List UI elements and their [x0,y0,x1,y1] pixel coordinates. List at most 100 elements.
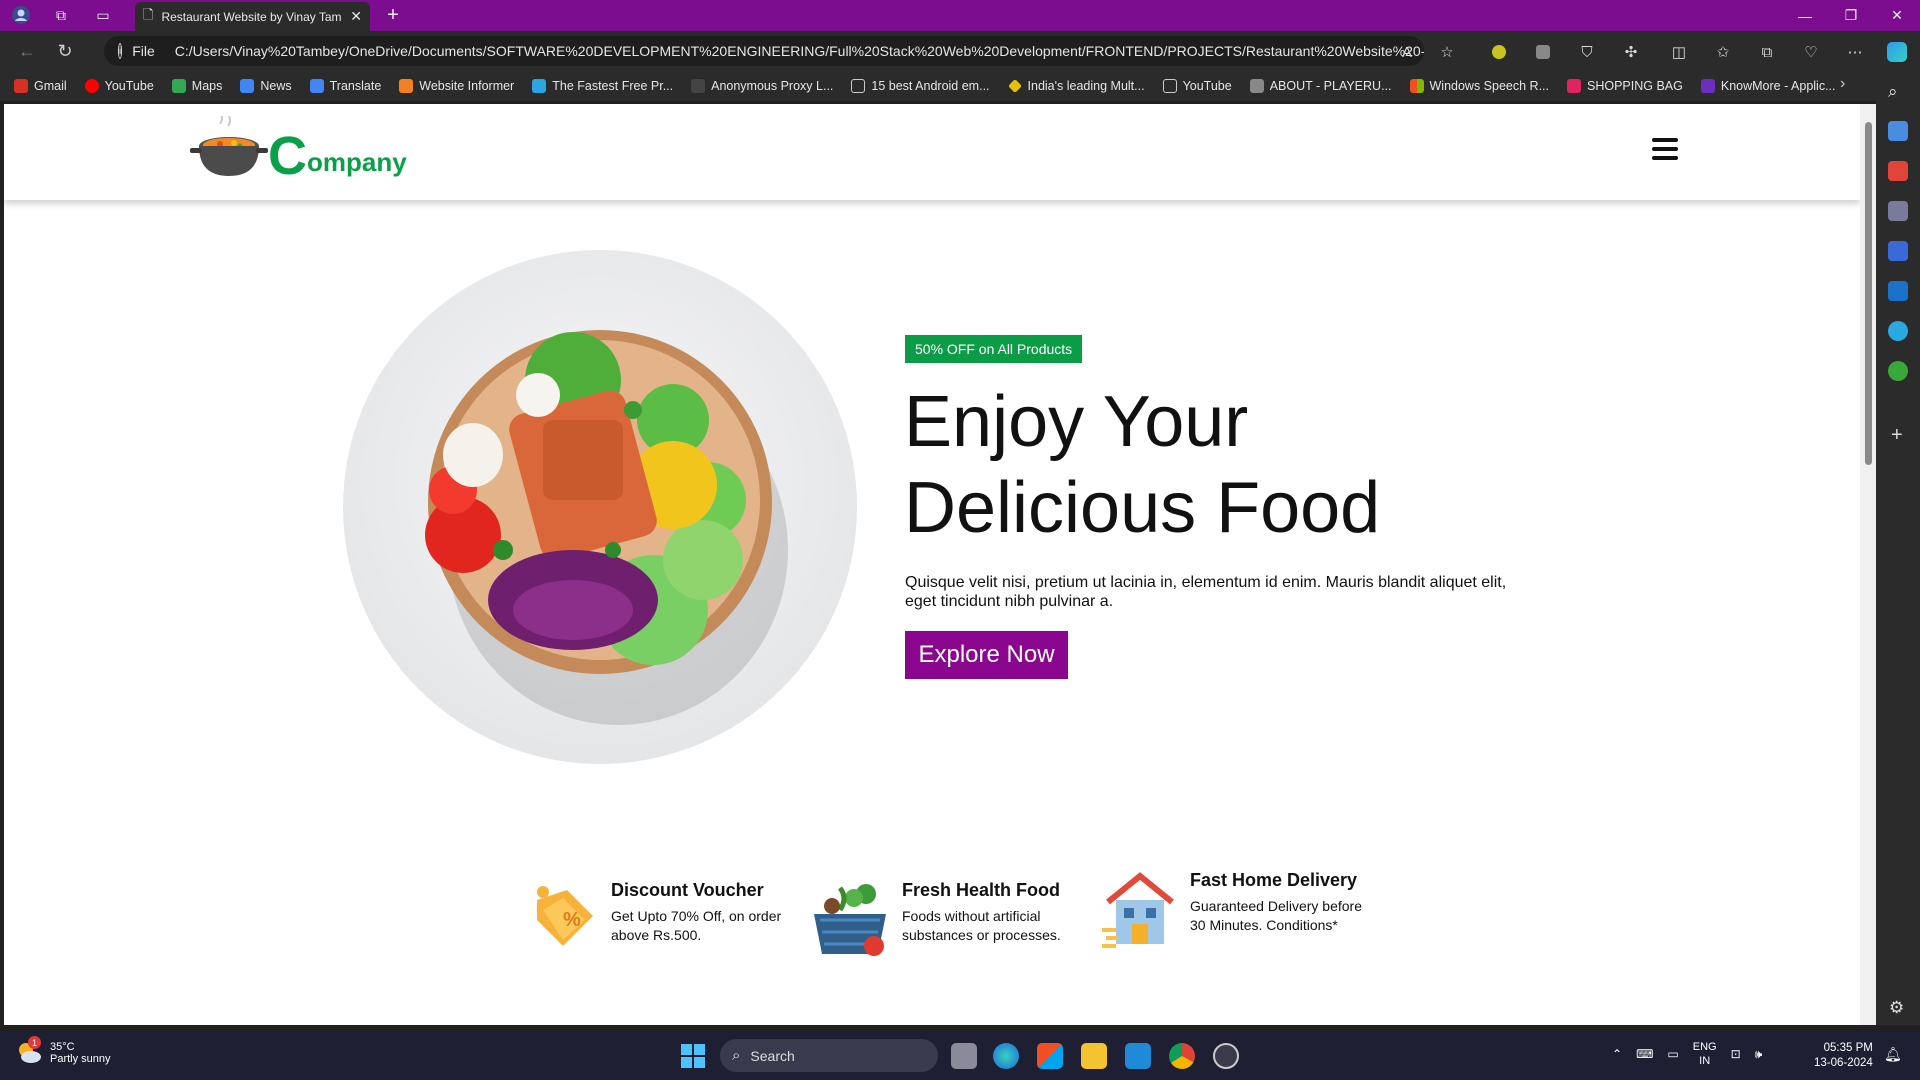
bookmark-item[interactable]: KnowMore - Applic... [1700,79,1836,93]
address-bar[interactable]: i File C:/Users/Vinay%20Tambey/OneDrive/… [104,36,1424,66]
site-logo[interactable]: C ompany [190,116,407,186]
hamburger-menu-icon[interactable] [1652,138,1678,160]
close-window-button[interactable]: ✕ [1874,0,1920,31]
back-icon[interactable]: ← [8,34,46,68]
extension-icon[interactable] [1488,41,1510,63]
minimize-button[interactable]: — [1782,0,1828,31]
bookmark-item[interactable]: Website Informer [399,79,514,93]
explore-now-button[interactable]: Explore Now [905,631,1068,679]
collections-icon[interactable]: ⧉ [1756,41,1778,63]
copilot-icon[interactable] [1886,41,1908,63]
feature-fresh-food: Fresh Health Food Foods without artifici… [810,880,1082,960]
tree-icon[interactable] [1888,361,1908,381]
close-tab-icon[interactable]: ✕ [350,8,362,25]
network-icon[interactable]: ⊡ [1731,1047,1741,1061]
weather-widget[interactable]: 1 35°C Partly sunny [16,1036,111,1066]
bookmark-item[interactable]: Windows Speech R... [1409,79,1549,93]
knowmore-icon [1700,79,1715,93]
bookmark-item[interactable]: Translate [309,79,381,93]
proxy-icon [532,79,547,93]
settings-gear-icon[interactable]: ⚙ [1889,998,1904,1018]
bookmark-item[interactable]: YouTube [1162,79,1232,93]
bookmark-item[interactable]: YouTube [84,79,154,93]
browser-tab[interactable]: 🗋 Restaurant Website by Vinay Tam ✕ [135,2,370,31]
page-icon: 🗋 [143,6,154,22]
maps-icon [171,79,186,93]
bookmark-item[interactable]: Anonymous Proxy L... [691,79,833,93]
chevron-up-icon[interactable]: ⌃ [1612,1047,1622,1061]
info-icon[interactable]: i [118,43,123,59]
delivery-house-icon [1102,872,1174,948]
taskbar-search[interactable]: ⌕ Search [720,1039,938,1072]
hero-food-image [343,250,857,764]
bookmark-item[interactable]: SHOPPING BAG [1567,79,1683,93]
bookmark-item[interactable]: News [240,79,292,93]
chrome-icon[interactable] [1169,1043,1195,1069]
file-explorer-icon[interactable] [1081,1043,1107,1069]
feature-description: Foods without artificial substances or p… [902,908,1061,943]
add-icon[interactable]: + [1891,424,1903,447]
weather-temp: 35°C [50,1041,75,1053]
bookmark-item[interactable]: 15 best Android em... [851,79,990,93]
translate-icon [309,79,324,93]
url-text: C:/Users/Vinay%20Tambey/OneDrive/Documen… [174,43,1424,59]
news-icon [240,79,255,93]
start-button[interactable] [681,1044,705,1073]
svg-text:%: % [563,909,581,931]
workspaces-icon[interactable]: ⧉ [46,0,76,30]
bookmark-item[interactable]: India's leading Mult... [1007,79,1145,93]
page-viewport: C ompany 50% OFF on All Products Enjoy Y… [4,104,1876,1025]
language-indicator[interactable]: ENG IN [1693,1040,1717,1068]
feature-title: Discount Voucher [611,880,764,900]
task-view-icon[interactable] [951,1043,977,1069]
profile-icon[interactable] [6,0,36,30]
games-icon[interactable] [1888,201,1908,221]
feature-title: Fast Home Delivery [1190,870,1358,890]
logo-initial: C [268,126,307,186]
extensions-puzzle-icon[interactable]: ✣ [1620,41,1642,63]
shield-icon[interactable]: ⛉ [1576,41,1598,63]
favorite-star-icon[interactable]: ☆ [1436,41,1458,63]
bookmark-item[interactable]: The Fastest Free Pr... [532,79,673,93]
scrollbar-thumb[interactable] [1865,122,1872,465]
logo-text: ompany [307,147,407,177]
tag-icon[interactable] [1888,121,1908,141]
cooking-pot-icon [190,116,268,176]
read-aloud-icon[interactable]: A [1396,41,1418,63]
restore-button[interactable]: ❐ [1828,0,1874,31]
anonymous-icon [691,79,706,93]
vscode-icon[interactable] [1125,1043,1151,1069]
split-screen-icon[interactable]: ◫ [1668,41,1690,63]
toolbox-icon[interactable] [1888,161,1908,181]
hero-description: Quisque velit nisi, pretium ut lacinia i… [905,574,1507,610]
site-header: C ompany [4,104,1860,200]
refresh-icon[interactable]: ↻ [46,34,84,68]
performance-icon[interactable]: ♡ [1800,41,1822,63]
hero-title-line: Enjoy Your [904,382,1249,462]
edge-browser-icon[interactable] [993,1043,1019,1069]
copilot-app-icon[interactable] [1888,241,1908,261]
bookmark-item[interactable]: Maps [171,79,222,93]
outlook-icon[interactable] [1888,281,1908,301]
extension-icon[interactable] [1532,41,1554,63]
telegram-icon[interactable] [1888,321,1908,341]
tab-actions-icon[interactable]: ▭ [88,0,118,30]
notification-bell-icon[interactable]: 🔔︎ [1884,1046,1902,1063]
new-tab-icon[interactable]: + [378,0,408,30]
youtube-icon [84,79,99,93]
more-menu-icon[interactable]: ⋯ [1844,41,1866,63]
bookmark-item[interactable]: ABOUT - PLAYERU... [1249,79,1392,93]
search-icon[interactable]: ⌕ [1888,82,1898,102]
volume-icon[interactable]: 🕪 [1755,1047,1763,1062]
obs-icon[interactable] [1213,1043,1239,1069]
weather-desc: Partly sunny [50,1053,111,1065]
gmail-icon [14,79,28,93]
favorites-icon[interactable]: ✩ [1712,41,1734,63]
chevron-right-icon[interactable]: › [1840,75,1845,93]
keyboard-icon[interactable]: ⌨ [1636,1047,1653,1061]
microsoft-store-icon[interactable] [1037,1043,1063,1069]
display-icon[interactable]: ▭ [1667,1047,1678,1061]
discount-badge: 50% OFF on All Products [905,335,1083,363]
clock[interactable]: 05:35 PM 13-06-2024 [1814,1041,1873,1071]
bookmark-item[interactable]: Gmail [14,79,67,93]
